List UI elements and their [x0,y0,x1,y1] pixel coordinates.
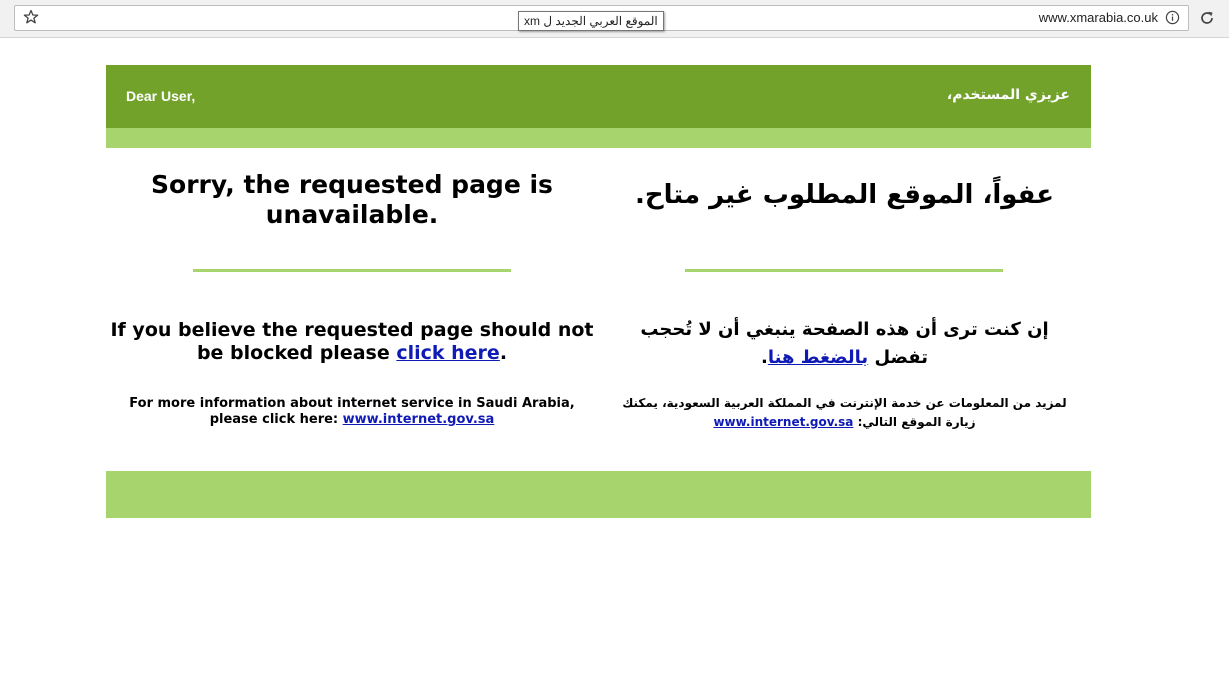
message-arabic: إن كنت ترى أن هذه الصفحة ينبغي أن لا تُح… [618,316,1071,372]
internet-gov-link-english[interactable]: www.internet.gov.sa [343,412,495,427]
message-english-text: If you believe the requested page should… [110,319,594,364]
reload-icon[interactable] [1199,10,1215,26]
info-english: For more information about internet serv… [106,396,598,428]
title-arabic: عفواً، الموقع المطلوب غير متاح. [634,180,1055,210]
divider-arabic [685,269,1003,272]
divider-english [193,269,511,272]
header-accent-strip [106,128,1091,148]
internet-gov-link-arabic[interactable]: www.internet.gov.sa [713,415,853,429]
message-arabic-period: . [761,347,768,368]
tab-title-tooltip: الموقع العربي الجديد ل xm [518,11,664,31]
title-english: Sorry, the requested page is unavailable… [151,170,553,229]
greeting-arabic: عزيزي المستخدم، [946,87,1070,103]
page-header: Dear User, عزيزي المستخدم، [106,65,1091,128]
click-here-link[interactable]: click here [396,342,499,364]
browser-toolbar: www.xmarabia.co.uk الموقع العربي الجديد … [0,0,1229,38]
message-english: If you believe the requested page should… [106,319,598,365]
block-page: Dear User, عزيزي المستخدم، Sorry, the re… [106,65,1091,518]
page-footer [106,471,1091,518]
site-info-icon[interactable] [1165,10,1180,25]
greeting-english: Dear User, [126,88,196,104]
url-text[interactable]: www.xmarabia.co.uk [1039,10,1158,25]
click-here-link-arabic[interactable]: بالضغط هنا [768,347,868,368]
bookmark-star-icon[interactable] [23,9,39,25]
info-arabic: لمزيد من المعلومات عن خدمة الإنترنت في ا… [618,394,1071,432]
message-english-period: . [499,342,508,364]
